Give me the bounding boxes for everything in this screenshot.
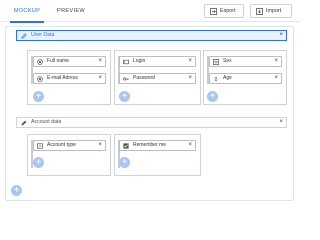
close-icon[interactable]: ×	[188, 57, 192, 66]
key-icon	[123, 76, 129, 82]
add-field-button[interactable]: +	[33, 91, 44, 102]
list-icon	[213, 59, 219, 65]
export-icon	[210, 8, 217, 15]
field-login[interactable]: Login ×	[119, 56, 196, 67]
export-label: Export	[220, 8, 236, 14]
field-account-type[interactable]: Account type ×	[33, 140, 106, 151]
group-title: Account data	[31, 119, 62, 125]
import-icon	[256, 8, 263, 15]
select-icon	[37, 143, 43, 149]
close-icon[interactable]: ×	[279, 118, 283, 127]
group-header-account-data[interactable]: Account data ×	[16, 117, 287, 128]
group-header-user-data[interactable]: User Data ×	[16, 30, 287, 41]
field-full-name[interactable]: Full name ×	[33, 56, 106, 67]
tab-mockup[interactable]: MOCKUP	[10, 0, 44, 23]
field-sex[interactable]: Sex ×	[209, 56, 282, 67]
field-age[interactable]: Age ×	[209, 73, 282, 84]
import-label: Import	[266, 8, 282, 14]
close-icon[interactable]: ×	[98, 57, 102, 66]
field-label: Full name	[47, 58, 69, 64]
add-field-button[interactable]: +	[119, 157, 130, 168]
add-field-button[interactable]: +	[207, 91, 218, 102]
add-field-button[interactable]: +	[33, 157, 44, 168]
checkbox-icon	[123, 143, 129, 149]
field-label: Password	[133, 75, 155, 81]
pencil-icon[interactable]	[21, 33, 27, 39]
field-label: Login	[133, 58, 146, 64]
field-password[interactable]: Password ×	[119, 73, 196, 84]
close-icon[interactable]: ×	[98, 74, 102, 83]
group-title: User Data	[31, 32, 55, 38]
header-bar: MOCKUP PREVIEW Export Import	[0, 0, 300, 23]
close-icon[interactable]: ×	[274, 74, 278, 83]
field-remember-me[interactable]: Remember me ×	[119, 140, 196, 151]
close-icon[interactable]: ×	[274, 57, 278, 66]
close-icon[interactable]: ×	[98, 141, 102, 150]
radio-icon	[37, 59, 43, 65]
field-label: Sex	[223, 58, 232, 64]
export-button[interactable]: Export	[204, 4, 244, 18]
tab-preview[interactable]: PREVIEW	[56, 0, 86, 22]
field-label: E-mail Adress	[47, 75, 78, 81]
close-icon[interactable]: ×	[188, 141, 192, 150]
field-label: Age	[223, 75, 232, 81]
close-icon[interactable]: ×	[188, 74, 192, 83]
field-label: Account type	[47, 142, 76, 148]
textbox-icon	[123, 59, 129, 65]
field-email[interactable]: E-mail Adress ×	[33, 73, 106, 84]
import-button[interactable]: Import	[250, 4, 292, 18]
close-icon[interactable]: ×	[279, 31, 283, 40]
stepper-icon	[213, 76, 219, 82]
form-builder: MOCKUP PREVIEW Export Import User Data ×	[0, 0, 300, 205]
radio-icon	[37, 76, 43, 82]
field-label: Remember me	[133, 142, 167, 148]
add-group-button[interactable]: +	[11, 185, 22, 196]
add-field-button[interactable]: +	[119, 91, 130, 102]
pencil-icon[interactable]	[21, 120, 27, 126]
